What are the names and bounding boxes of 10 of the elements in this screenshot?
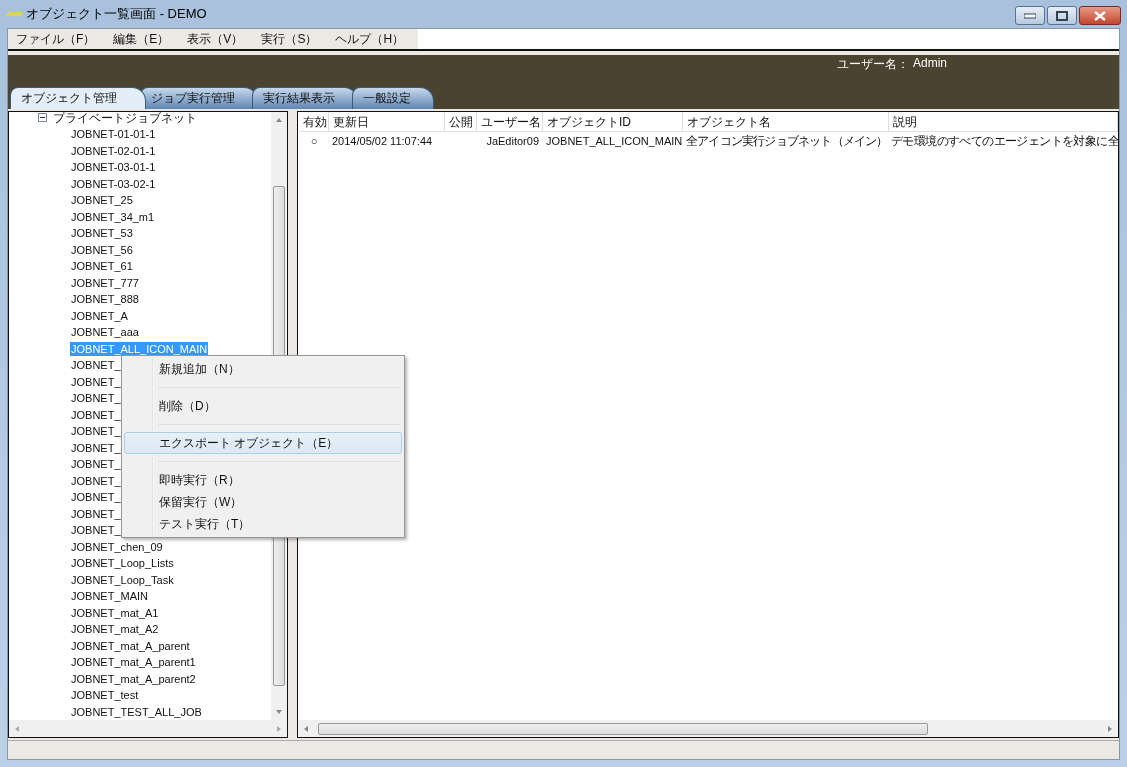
table-cell-text: 2014/05/02 11:07:44 (331, 133, 434, 149)
table-cell-text: 全アイコン実行ジョブネット（メイン） (685, 132, 889, 150)
user-label: ユーザー名： (837, 55, 909, 73)
table-cell-text: ○ (309, 133, 319, 149)
user-name: Admin (913, 55, 947, 72)
table-cell-text: JOBNET_ALL_ICON_MAIN (545, 133, 683, 149)
window-title: オブジェクト一覧画面 - DEMO (26, 4, 207, 23)
app-logo: Jam (6, 9, 22, 19)
table-cell-text: デモ環境のすべてのエージェントを対象に全 (890, 132, 1118, 150)
table-cell-text: JaEditor09 (485, 133, 540, 149)
